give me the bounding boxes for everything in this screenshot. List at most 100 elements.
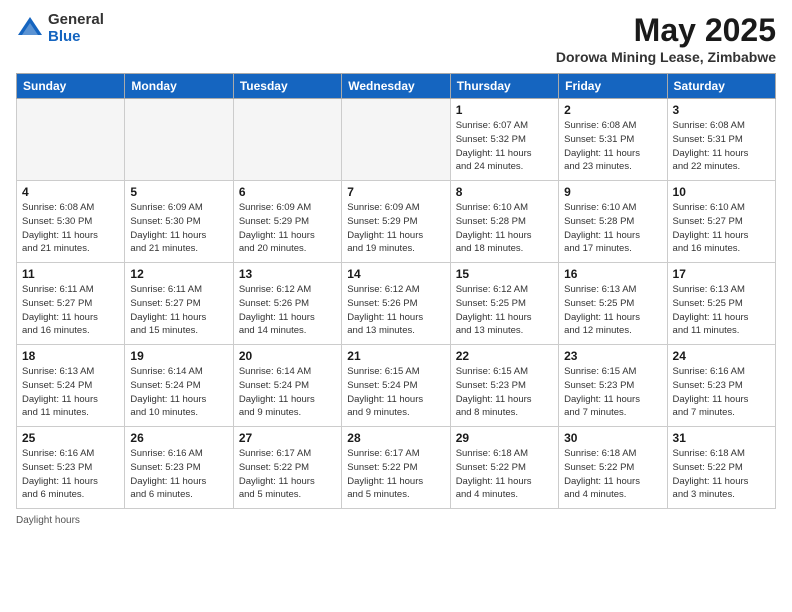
week-row-4: 18 Sunrise: 6:13 AM Sunset: 5:24 PM Dayli… [17, 345, 776, 427]
day-info: Sunrise: 6:10 AM Sunset: 5:28 PM Dayligh… [564, 201, 661, 256]
calendar-cell: 23Sunrise: 6:15 AM Sunset: 5:23 PM Dayli… [559, 345, 667, 427]
daylight-label: Daylight hours [16, 515, 80, 526]
day-info: Sunrise: 6:14 AM Sunset: 5:24 PM Dayligh… [239, 365, 336, 420]
day-number: 30 [564, 431, 661, 445]
calendar-cell: 8 Sunrise: 6:10 AM Sunset: 5:28 PM Daylig… [450, 181, 558, 263]
day-number: 24 [673, 349, 770, 363]
day-info: Sunrise: 6:13 AM Sunset: 5:24 PM Dayligh… [22, 365, 119, 420]
day-number: 22 [456, 349, 553, 363]
day-info: Sunrise: 6:16 AM Sunset: 5:23 PM Dayligh… [22, 447, 119, 502]
calendar-cell: 3 Sunrise: 6:08 AM Sunset: 5:31 PM Daylig… [667, 99, 775, 181]
day-number: 14 [347, 267, 444, 281]
header-sunday: Sunday [17, 74, 125, 99]
calendar-cell: 31Sunrise: 6:18 AM Sunset: 5:22 PM Dayli… [667, 427, 775, 509]
day-number: 12 [130, 267, 227, 281]
day-info: Sunrise: 6:12 AM Sunset: 5:25 PM Dayligh… [456, 283, 553, 338]
logo-general: General [48, 12, 104, 29]
calendar-cell [17, 99, 125, 181]
header-thursday: Thursday [450, 74, 558, 99]
day-number: 23 [564, 349, 661, 363]
header-tuesday: Tuesday [233, 74, 341, 99]
calendar-cell: 19Sunrise: 6:14 AM Sunset: 5:24 PM Dayli… [125, 345, 233, 427]
day-number: 4 [22, 185, 119, 199]
calendar-cell: 16Sunrise: 6:13 AM Sunset: 5:25 PM Dayli… [559, 263, 667, 345]
day-info: Sunrise: 6:10 AM Sunset: 5:27 PM Dayligh… [673, 201, 770, 256]
day-number: 25 [22, 431, 119, 445]
day-number: 7 [347, 185, 444, 199]
header: General Blue May 2025 Dorowa Mining Leas… [16, 12, 776, 65]
calendar-cell: 20 Sunrise: 6:14 AM Sunset: 5:24 PM Dayli… [233, 345, 341, 427]
calendar-cell: 26 Sunrise: 6:16 AM Sunset: 5:23 PM Dayli… [125, 427, 233, 509]
header-saturday: Saturday [667, 74, 775, 99]
day-info: Sunrise: 6:16 AM Sunset: 5:23 PM Dayligh… [673, 365, 770, 420]
title-location: Dorowa Mining Lease, Zimbabwe [556, 49, 776, 65]
day-info: Sunrise: 6:13 AM Sunset: 5:25 PM Dayligh… [673, 283, 770, 338]
day-number: 3 [673, 103, 770, 117]
calendar-cell [342, 99, 450, 181]
day-number: 20 [239, 349, 336, 363]
day-number: 29 [456, 431, 553, 445]
logo: General Blue [16, 12, 104, 45]
day-info: Sunrise: 6:08 AM Sunset: 5:31 PM Dayligh… [673, 119, 770, 174]
day-number: 11 [22, 267, 119, 281]
day-number: 18 [22, 349, 119, 363]
calendar-cell: 17 Sunrise: 6:13 AM Sunset: 5:25 PM Dayli… [667, 263, 775, 345]
day-info: Sunrise: 6:10 AM Sunset: 5:28 PM Dayligh… [456, 201, 553, 256]
day-number: 28 [347, 431, 444, 445]
day-number: 6 [239, 185, 336, 199]
day-number: 19 [130, 349, 227, 363]
day-number: 8 [456, 185, 553, 199]
day-number: 21 [347, 349, 444, 363]
calendar-cell: 12Sunrise: 6:11 AM Sunset: 5:27 PM Dayli… [125, 263, 233, 345]
day-info: Sunrise: 6:07 AM Sunset: 5:32 PM Dayligh… [456, 119, 553, 174]
header-monday: Monday [125, 74, 233, 99]
day-info: Sunrise: 6:08 AM Sunset: 5:30 PM Dayligh… [22, 201, 119, 256]
title-month: May 2025 [556, 12, 776, 49]
week-row-3: 11 Sunrise: 6:11 AM Sunset: 5:27 PM Dayli… [17, 263, 776, 345]
calendar-cell: 28 Sunrise: 6:17 AM Sunset: 5:22 PM Dayli… [342, 427, 450, 509]
calendar-cell: 7Sunrise: 6:09 AM Sunset: 5:29 PM Daylig… [342, 181, 450, 263]
day-info: Sunrise: 6:17 AM Sunset: 5:22 PM Dayligh… [347, 447, 444, 502]
day-info: Sunrise: 6:16 AM Sunset: 5:23 PM Dayligh… [130, 447, 227, 502]
week-row-5: 25 Sunrise: 6:16 AM Sunset: 5:23 PM Dayli… [17, 427, 776, 509]
calendar-cell: 10 Sunrise: 6:10 AM Sunset: 5:27 PM Dayli… [667, 181, 775, 263]
footer: Daylight hours [16, 515, 776, 526]
day-info: Sunrise: 6:15 AM Sunset: 5:24 PM Dayligh… [347, 365, 444, 420]
day-info: Sunrise: 6:09 AM Sunset: 5:29 PM Dayligh… [239, 201, 336, 256]
day-number: 2 [564, 103, 661, 117]
calendar-cell: 22Sunrise: 6:15 AM Sunset: 5:23 PM Dayli… [450, 345, 558, 427]
calendar-cell [233, 99, 341, 181]
week-row-2: 4 Sunrise: 6:08 AM Sunset: 5:30 PM Daylig… [17, 181, 776, 263]
day-info: Sunrise: 6:11 AM Sunset: 5:27 PM Dayligh… [22, 283, 119, 338]
calendar-cell: 27Sunrise: 6:17 AM Sunset: 5:22 PM Dayli… [233, 427, 341, 509]
day-info: Sunrise: 6:18 AM Sunset: 5:22 PM Dayligh… [564, 447, 661, 502]
day-number: 1 [456, 103, 553, 117]
calendar-cell: 4 Sunrise: 6:08 AM Sunset: 5:30 PM Daylig… [17, 181, 125, 263]
calendar-cell: 2 Sunrise: 6:08 AM Sunset: 5:31 PM Daylig… [559, 99, 667, 181]
day-info: Sunrise: 6:09 AM Sunset: 5:30 PM Dayligh… [130, 201, 227, 256]
day-number: 10 [673, 185, 770, 199]
calendar-cell [125, 99, 233, 181]
week-row-1: 1 Sunrise: 6:07 AM Sunset: 5:32 PM Daylig… [17, 99, 776, 181]
calendar-cell: 15Sunrise: 6:12 AM Sunset: 5:25 PM Dayli… [450, 263, 558, 345]
calendar: SundayMondayTuesdayWednesdayThursdayFrid… [16, 73, 776, 509]
logo-icon [16, 15, 44, 43]
title-block: May 2025 Dorowa Mining Lease, Zimbabwe [556, 12, 776, 65]
calendar-cell: 21 Sunrise: 6:15 AM Sunset: 5:24 PM Dayli… [342, 345, 450, 427]
calendar-cell: 11 Sunrise: 6:11 AM Sunset: 5:27 PM Dayli… [17, 263, 125, 345]
day-info: Sunrise: 6:12 AM Sunset: 5:26 PM Dayligh… [347, 283, 444, 338]
calendar-cell: 18 Sunrise: 6:13 AM Sunset: 5:24 PM Dayli… [17, 345, 125, 427]
calendar-cell: 13Sunrise: 6:12 AM Sunset: 5:26 PM Dayli… [233, 263, 341, 345]
calendar-cell: 6 Sunrise: 6:09 AM Sunset: 5:29 PM Daylig… [233, 181, 341, 263]
day-number: 26 [130, 431, 227, 445]
day-number: 17 [673, 267, 770, 281]
day-number: 5 [130, 185, 227, 199]
day-info: Sunrise: 6:13 AM Sunset: 5:25 PM Dayligh… [564, 283, 661, 338]
day-number: 9 [564, 185, 661, 199]
day-info: Sunrise: 6:08 AM Sunset: 5:31 PM Dayligh… [564, 119, 661, 174]
calendar-cell: 1 Sunrise: 6:07 AM Sunset: 5:32 PM Daylig… [450, 99, 558, 181]
header-friday: Friday [559, 74, 667, 99]
day-info: Sunrise: 6:18 AM Sunset: 5:22 PM Dayligh… [456, 447, 553, 502]
day-number: 27 [239, 431, 336, 445]
day-number: 31 [673, 431, 770, 445]
